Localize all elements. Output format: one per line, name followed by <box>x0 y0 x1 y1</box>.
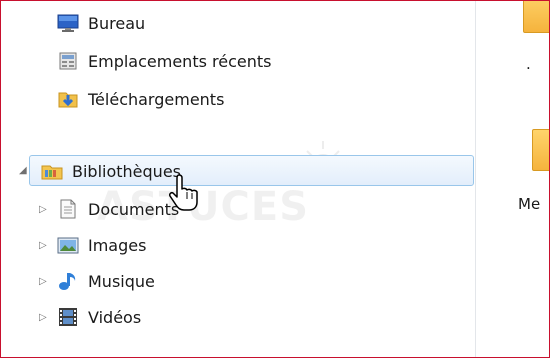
navigation-pane: ASTUCES Bureau Emplacements récents Télé… <box>1 1 475 357</box>
nav-item-label: Documents <box>88 199 180 219</box>
explorer-window: ASTUCES Bureau Emplacements récents Télé… <box>0 0 550 358</box>
nav-item-label: Vidéos <box>88 307 142 327</box>
documents-icon <box>57 199 79 219</box>
item-label: . <box>526 55 531 73</box>
collapsed-arrow-icon[interactable]: ▷ <box>39 277 47 287</box>
nav-item-label: Emplacements récents <box>88 51 272 71</box>
nav-item-label: Téléchargements <box>88 89 225 109</box>
collapsed-arrow-icon[interactable]: ▷ <box>39 241 47 251</box>
collapsed-arrow-icon[interactable]: ▷ <box>39 205 47 215</box>
folder-icon[interactable] <box>532 129 549 171</box>
downloads-icon <box>57 89 79 109</box>
nav-item-bureau[interactable]: Bureau <box>57 9 145 37</box>
music-icon <box>57 271 79 291</box>
images-icon <box>57 235 79 255</box>
nav-item-videos[interactable]: Vidéos <box>57 303 141 331</box>
recent-places-icon <box>57 51 79 71</box>
expanded-arrow-icon[interactable]: ◢ <box>19 166 27 176</box>
desktop-icon <box>57 13 79 33</box>
nav-item-label: Bureau <box>88 13 146 33</box>
nav-item-label: Musique <box>88 271 155 291</box>
nav-item-telechargements[interactable]: Téléchargements <box>57 85 224 113</box>
hand-cursor-icon <box>169 174 198 211</box>
item-label: Me <box>518 195 541 213</box>
nav-item-documents[interactable]: Documents <box>57 195 179 223</box>
nav-item-bibliotheques[interactable]: Bibliothèques <box>41 157 181 185</box>
nav-item-musique[interactable]: Musique <box>57 267 155 295</box>
content-pane: . Me <box>476 1 549 357</box>
videos-icon <box>57 307 79 327</box>
nav-item-images[interactable]: Images <box>57 231 146 259</box>
collapsed-arrow-icon[interactable]: ▷ <box>39 313 47 323</box>
libraries-icon <box>41 161 63 181</box>
nav-item-label: Bibliothèques <box>72 161 181 181</box>
nav-item-label: Images <box>88 235 147 255</box>
nav-item-emplacements-recents[interactable]: Emplacements récents <box>57 47 271 75</box>
folder-icon[interactable] <box>523 1 549 33</box>
